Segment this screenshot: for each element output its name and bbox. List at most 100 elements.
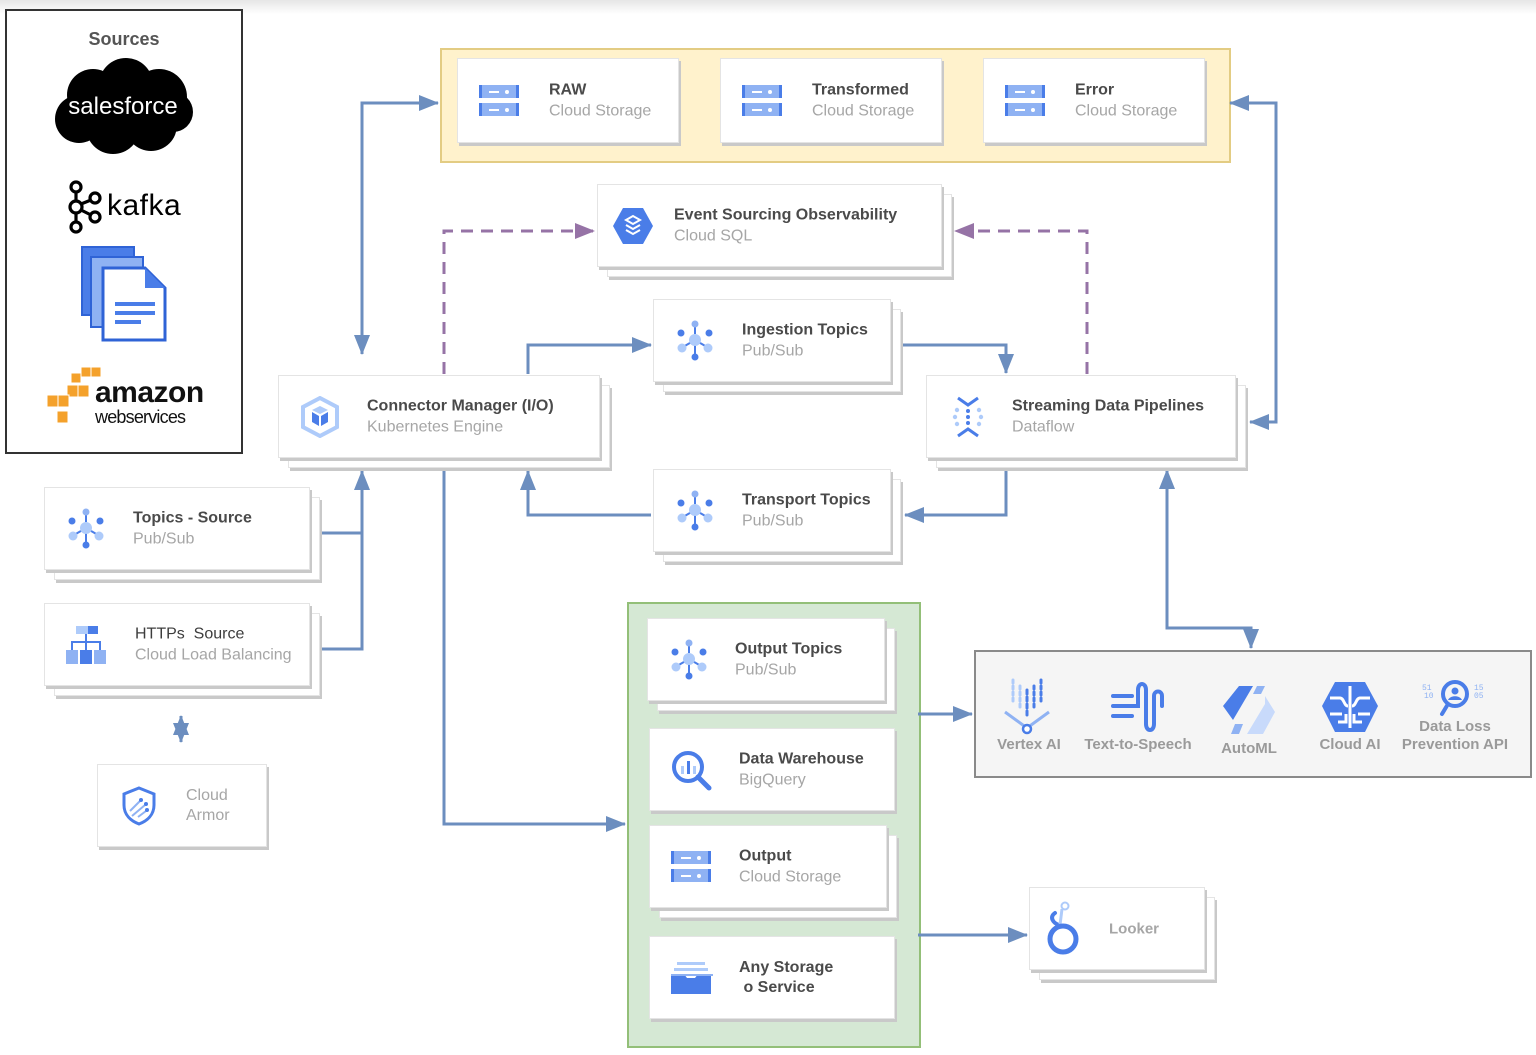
cloud-ai-item[interactable]: Cloud AI [1295, 678, 1405, 754]
card-subtitle: Cloud Storage [739, 868, 842, 885]
pubsub-icon [673, 489, 717, 533]
card-subtitle: Cloud Load Balancing [135, 646, 292, 663]
card-title: Output [739, 847, 792, 864]
card-title: Topics - Source [133, 509, 252, 526]
edge-connector-to-ingestion [526, 337, 652, 374]
card-title: RAW [549, 81, 587, 98]
dlp-item[interactable]: 51 10 15 05 Data Loss Prevention API [1400, 678, 1510, 754]
card-subtitle: Dataflow [1012, 418, 1075, 435]
cloud-storage-icon [740, 79, 784, 123]
error-storage-card[interactable]: Error Cloud Storage [983, 58, 1205, 143]
edge-connector-to-output [442, 470, 626, 832]
card-title: Streaming Data Pipelines [1012, 397, 1205, 414]
vertex-ai-icon [1004, 678, 1050, 735]
card-subtitle: Pub/Sub [742, 512, 804, 529]
edge-streaming-to-transport [904, 468, 1008, 523]
ingestion-topics-card[interactable]: Ingestion Topics Pub/Sub [653, 299, 901, 392]
ai-label: Data Loss Prevention API [1401, 718, 1509, 753]
text-to-speech-item[interactable]: Text-to-Speech [1083, 676, 1193, 754]
documents-icon [81, 246, 167, 342]
sources-panel: Sources salesforce kafka amazon webservi… [5, 9, 243, 454]
automl-item[interactable]: AutoML [1194, 682, 1304, 758]
card-subtitle: Cloud Storage [812, 102, 915, 119]
output-topics-card[interactable]: Output Topics Pub/Sub [647, 618, 895, 711]
card-subtitle: Cloud Storage [1075, 102, 1178, 119]
pubsub-icon [667, 638, 711, 682]
output-storage-card[interactable]: Output Cloud Storage [649, 825, 897, 918]
aws-webservices-text: webservices [95, 407, 186, 427]
ai-label: AutoML [1221, 740, 1277, 757]
connector-manager-card[interactable]: Connector Manager (I/O) Kubernetes Engin… [278, 375, 610, 468]
svg-text:05: 05 [1474, 692, 1484, 701]
any-storage-card[interactable]: Any Storage o Service [649, 936, 895, 1019]
pubsub-icon [673, 319, 717, 363]
ai-label: Text-to-Speech [1084, 736, 1192, 753]
cloud-ai-icon [1322, 682, 1378, 732]
edge-connector-to-eventsourcing [442, 223, 595, 374]
files-logo [79, 244, 171, 344]
dlp-icon: 5110 1505 [1422, 680, 1484, 716]
edge-topics-source-to-connector [322, 470, 370, 535]
edge-streaming-to-storage [1229, 95, 1278, 430]
ai-services-row: Vertex AI Text-to-Speech AutoML Cloud AI… [976, 676, 1528, 766]
bigquery-icon [669, 748, 713, 792]
card-title: Looker [1109, 920, 1160, 937]
pubsub-icon [64, 507, 108, 551]
card-title: Transport Topics [742, 491, 871, 508]
kafka-icon [68, 180, 102, 234]
transport-topics-card[interactable]: Transport Topics Pub/Sub [653, 469, 901, 562]
card-subtitle: Pub/Sub [742, 342, 804, 359]
card-subtitle: Cloud SQL [674, 227, 753, 244]
edge-streaming-ai-line [1165, 491, 1259, 649]
card-subtitle: Kubernetes Engine [367, 418, 504, 435]
card-title: Cloud Armor [186, 786, 230, 824]
cloud-storage-icon [477, 79, 521, 123]
ai-label: Vertex AI [997, 736, 1061, 753]
edge-connector-to-storage [354, 95, 439, 355]
streaming-pipelines-card[interactable]: Streaming Data Pipelines Dataflow [926, 375, 1246, 468]
card-title: Any Storage o Service [739, 958, 834, 996]
load-balancing-icon [64, 623, 108, 667]
dataflow-icon [946, 395, 990, 439]
storage-tray-icon [669, 956, 713, 1000]
event-sourcing-card[interactable]: Event Sourcing Observability Cloud SQL [597, 184, 952, 277]
sources-title: Sources [88, 29, 160, 49]
cloud-storage-icon [1003, 79, 1047, 123]
cloud-armor-card[interactable]: Cloud Armor [97, 764, 267, 847]
card-subtitle: Pub/Sub [735, 661, 797, 678]
salesforce-logo: salesforce [51, 57, 195, 157]
aws-logo: amazon webservices [47, 367, 207, 433]
automl-icon [1223, 686, 1275, 734]
kafka-text: kafka [107, 189, 182, 222]
card-title: Error [1075, 81, 1115, 98]
edge-ingestion-to-streaming [903, 343, 1014, 374]
card-title: Data Warehouse [739, 750, 864, 767]
card-title: HTTPs Source [135, 625, 245, 642]
card-subtitle: BigQuery [739, 771, 806, 788]
salesforce-text: salesforce [68, 93, 178, 120]
card-title: Output Topics [735, 640, 843, 657]
cloud-sql-icon [611, 204, 655, 248]
vertex-ai-item[interactable]: Vertex AI [974, 676, 1084, 754]
kafka-logo: kafka [67, 179, 197, 235]
looker-icon [1041, 901, 1085, 954]
card-subtitle: Cloud Storage [549, 102, 652, 119]
looker-card[interactable]: Looker [1029, 887, 1215, 980]
aws-amazon-text: amazon [95, 376, 204, 409]
card-subtitle: Pub/Sub [133, 530, 195, 547]
ai-label: Cloud AI [1319, 736, 1381, 753]
text-to-speech-icon [1111, 682, 1164, 732]
cloud-storage-icon [669, 845, 713, 889]
kubernetes-engine-icon [298, 395, 342, 439]
raw-storage-card[interactable]: RAW Cloud Storage [457, 58, 679, 143]
cloud-armor-icon [117, 784, 161, 828]
transformed-storage-card[interactable]: Transformed Cloud Storage [720, 58, 942, 143]
edge-https-source-to-connector [322, 533, 364, 651]
card-title: Connector Manager (I/O) [367, 397, 554, 414]
topics-source-card[interactable]: Topics - Source Pub/Sub [44, 487, 320, 580]
https-source-card[interactable]: HTTPs Source Cloud Load Balancing [44, 603, 320, 696]
card-title: Ingestion Topics [742, 321, 868, 338]
svg-text:10: 10 [1424, 692, 1434, 701]
card-title: Event Sourcing Observability [674, 206, 898, 223]
data-warehouse-card[interactable]: Data Warehouse BigQuery [649, 728, 895, 811]
